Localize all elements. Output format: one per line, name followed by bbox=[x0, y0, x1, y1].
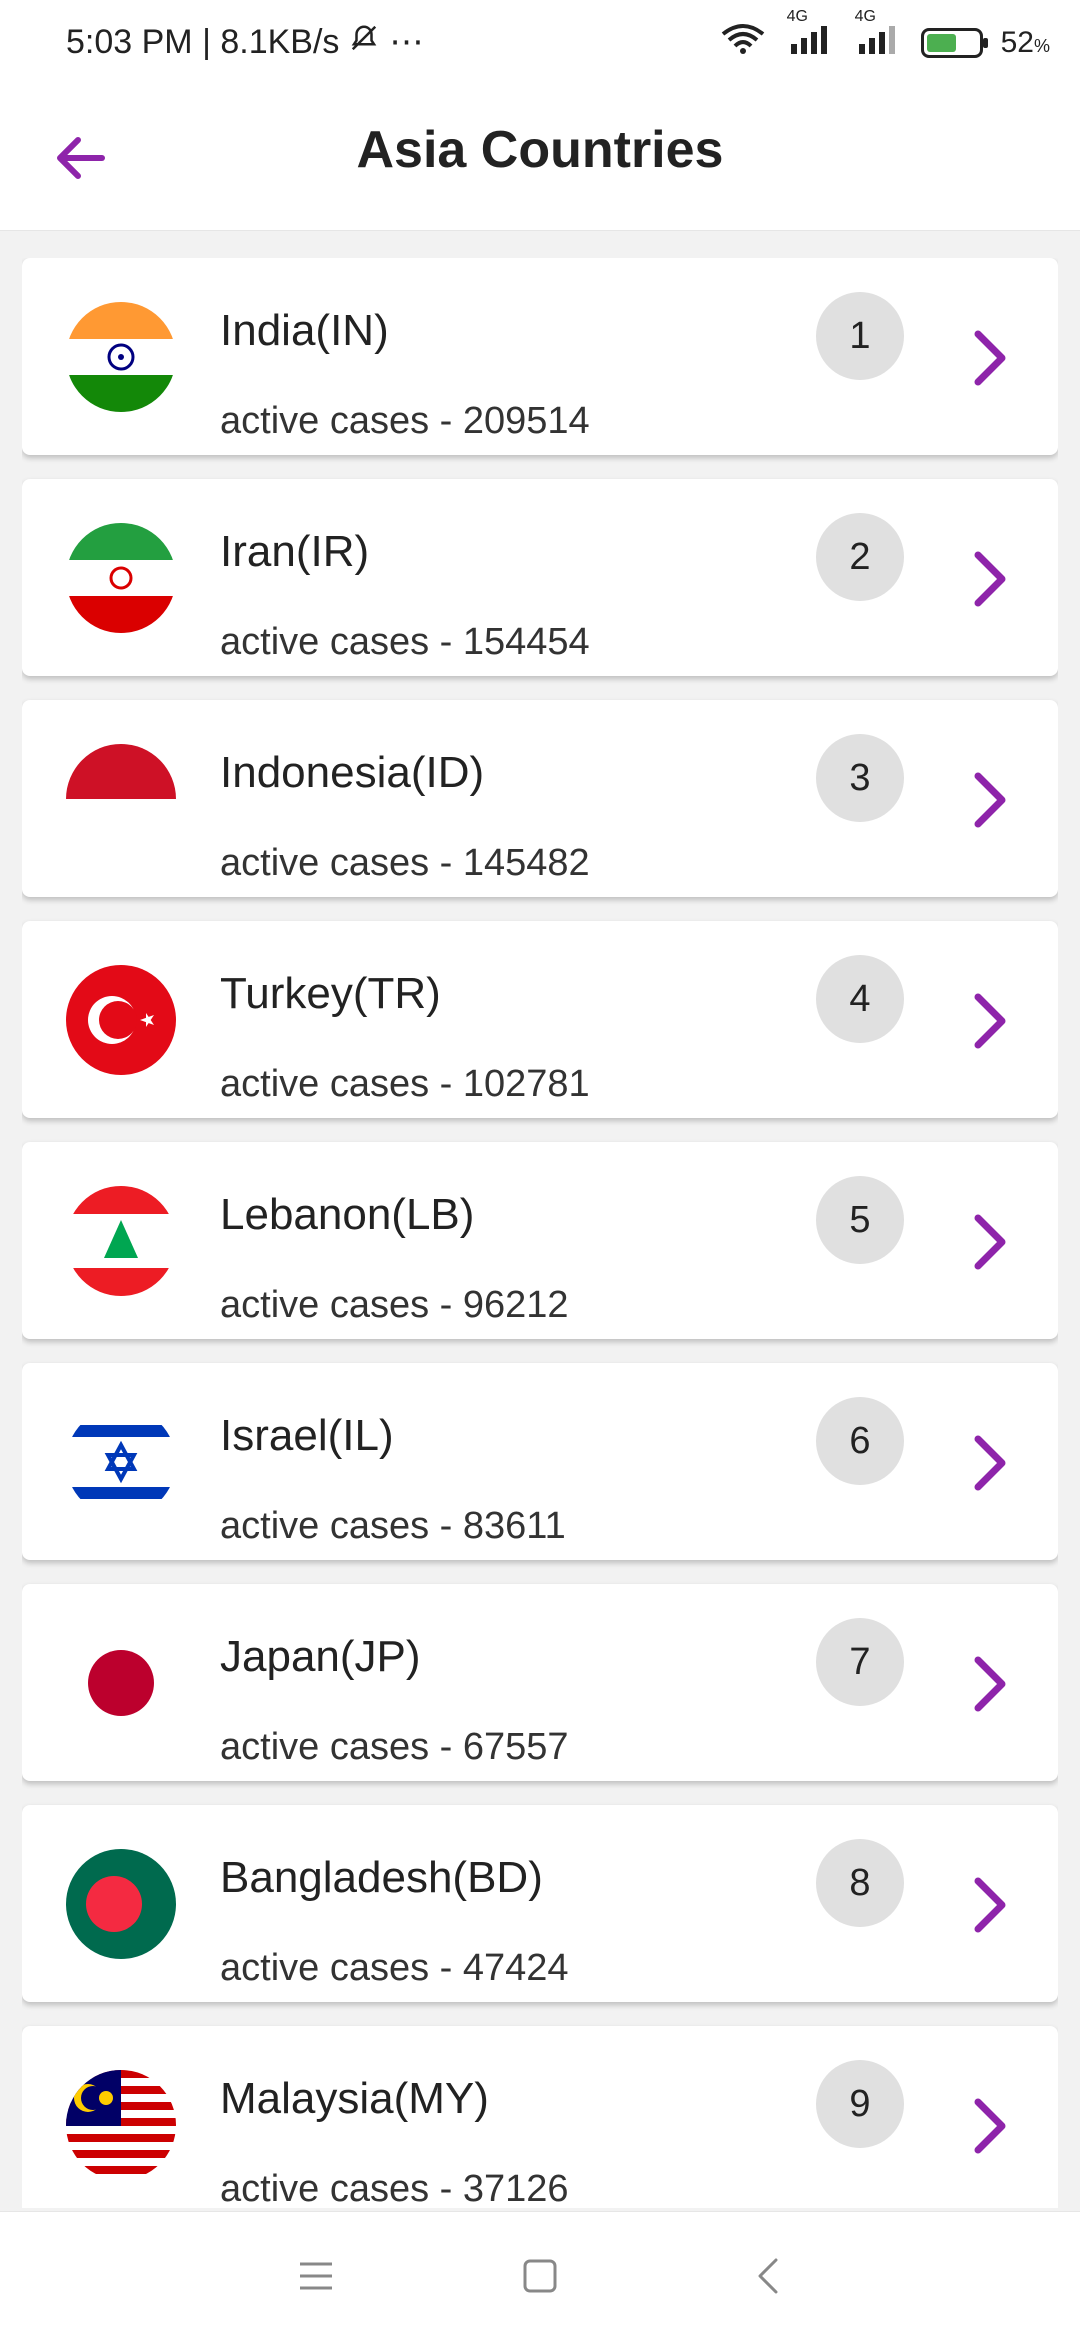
rank-badge: 6 bbox=[816, 1397, 904, 1485]
country-card-turkey[interactable]: Turkey(TR) active cases - 102781 4 bbox=[22, 921, 1058, 1118]
signal-icon: 4G bbox=[785, 8, 835, 64]
battery-percent: 52% bbox=[1000, 26, 1050, 59]
system-nav-bar bbox=[0, 2211, 1080, 2340]
country-card-indonesia[interactable]: Indonesia(ID) active cases - 145482 3 bbox=[22, 700, 1058, 897]
country-card-israel[interactable]: Israel(IL) active cases - 83611 6 bbox=[22, 1363, 1058, 1560]
chevron-right-icon[interactable] bbox=[962, 1652, 1018, 1716]
flag-indonesia-icon bbox=[66, 744, 176, 854]
chevron-right-icon[interactable] bbox=[962, 547, 1018, 611]
chevron-right-icon[interactable] bbox=[962, 2094, 1018, 2158]
wifi-icon bbox=[719, 22, 767, 64]
country-name: Bangladesh(BD) bbox=[220, 1853, 543, 1902]
page-title: Asia Countries bbox=[356, 121, 724, 179]
status-right: 4G 4G 52% bbox=[719, 8, 1050, 64]
chevron-right-icon[interactable] bbox=[962, 326, 1018, 390]
country-name: India(IN) bbox=[220, 306, 389, 355]
active-cases: active cases - 102781 bbox=[220, 1063, 590, 1105]
battery-icon bbox=[920, 28, 988, 58]
active-cases: active cases - 145482 bbox=[220, 842, 590, 884]
status-left: 5:03 PM | 8.1KB/s ⋯ bbox=[66, 22, 423, 62]
chevron-right-icon[interactable] bbox=[962, 989, 1018, 1053]
rank-badge: 7 bbox=[816, 1618, 904, 1706]
flag-japan-icon bbox=[66, 1628, 176, 1738]
active-cases: active cases - 37126 bbox=[220, 2168, 569, 2208]
active-cases: active cases - 154454 bbox=[220, 621, 590, 663]
chevron-right-icon[interactable] bbox=[962, 1210, 1018, 1274]
rank-badge: 2 bbox=[816, 513, 904, 601]
flag-lebanon-icon bbox=[66, 1186, 176, 1296]
network-label-2: 4G bbox=[854, 8, 876, 25]
status-time: 5:03 PM | 8.1KB/s bbox=[66, 22, 340, 61]
country-list[interactable]: India(IN) active cases - 209514 1 Iran(I… bbox=[22, 258, 1058, 2208]
rank-badge: 9 bbox=[816, 2060, 904, 2148]
rank-badge: 8 bbox=[816, 1839, 904, 1927]
active-cases: active cases - 83611 bbox=[220, 1505, 566, 1547]
status-bar: 5:03 PM | 8.1KB/s ⋯ 4G 4G 52% bbox=[0, 0, 1080, 90]
flag-bangladesh-icon bbox=[66, 1849, 176, 1959]
menu-icon[interactable] bbox=[284, 2244, 348, 2308]
flag-israel-icon bbox=[66, 1407, 176, 1517]
flag-india-icon bbox=[66, 302, 176, 412]
active-cases: active cases - 47424 bbox=[220, 1947, 569, 1989]
signal-icon-2: 4G bbox=[853, 8, 903, 64]
flag-iran-icon bbox=[66, 523, 176, 633]
country-name: Iran(IR) bbox=[220, 527, 370, 576]
rank-badge: 4 bbox=[816, 955, 904, 1043]
network-label-1: 4G bbox=[786, 8, 808, 25]
country-name: Lebanon(LB) bbox=[220, 1190, 475, 1239]
country-name: Israel(IL) bbox=[220, 1411, 394, 1460]
rank-badge: 5 bbox=[816, 1176, 904, 1264]
active-cases: active cases - 209514 bbox=[220, 400, 590, 442]
country-card-india[interactable]: India(IN) active cases - 209514 1 bbox=[22, 258, 1058, 455]
flag-turkey-icon bbox=[66, 965, 176, 1075]
app-bar: Asia Countries bbox=[0, 90, 1080, 231]
country-name: Indonesia(ID) bbox=[220, 748, 485, 797]
flag-malaysia-icon bbox=[66, 2070, 176, 2180]
active-cases: active cases - 96212 bbox=[220, 1284, 569, 1326]
country-card-lebanon[interactable]: Lebanon(LB) active cases - 96212 5 bbox=[22, 1142, 1058, 1339]
country-card-japan[interactable]: Japan(JP) active cases - 67557 7 bbox=[22, 1584, 1058, 1781]
rank-badge: 3 bbox=[816, 734, 904, 822]
country-name: Turkey(TR) bbox=[220, 969, 441, 1018]
country-name: Malaysia(MY) bbox=[220, 2074, 489, 2123]
back-nav-icon[interactable] bbox=[736, 2244, 800, 2308]
more-dots-icon: ⋯ bbox=[389, 23, 424, 61]
rank-badge: 1 bbox=[816, 292, 904, 380]
country-card-malaysia[interactable]: Malaysia(MY) active cases - 37126 9 bbox=[22, 2026, 1058, 2208]
chevron-right-icon[interactable] bbox=[962, 768, 1018, 832]
chevron-right-icon[interactable] bbox=[962, 1431, 1018, 1495]
chevron-right-icon[interactable] bbox=[962, 1873, 1018, 1937]
country-name: Japan(JP) bbox=[220, 1632, 421, 1681]
home-square-icon[interactable] bbox=[508, 2244, 572, 2308]
country-card-iran[interactable]: Iran(IR) active cases - 154454 2 bbox=[22, 479, 1058, 676]
country-card-bangladesh[interactable]: Bangladesh(BD) active cases - 47424 8 bbox=[22, 1805, 1058, 2002]
mute-bell-icon bbox=[349, 23, 379, 62]
active-cases: active cases - 67557 bbox=[220, 1726, 569, 1768]
